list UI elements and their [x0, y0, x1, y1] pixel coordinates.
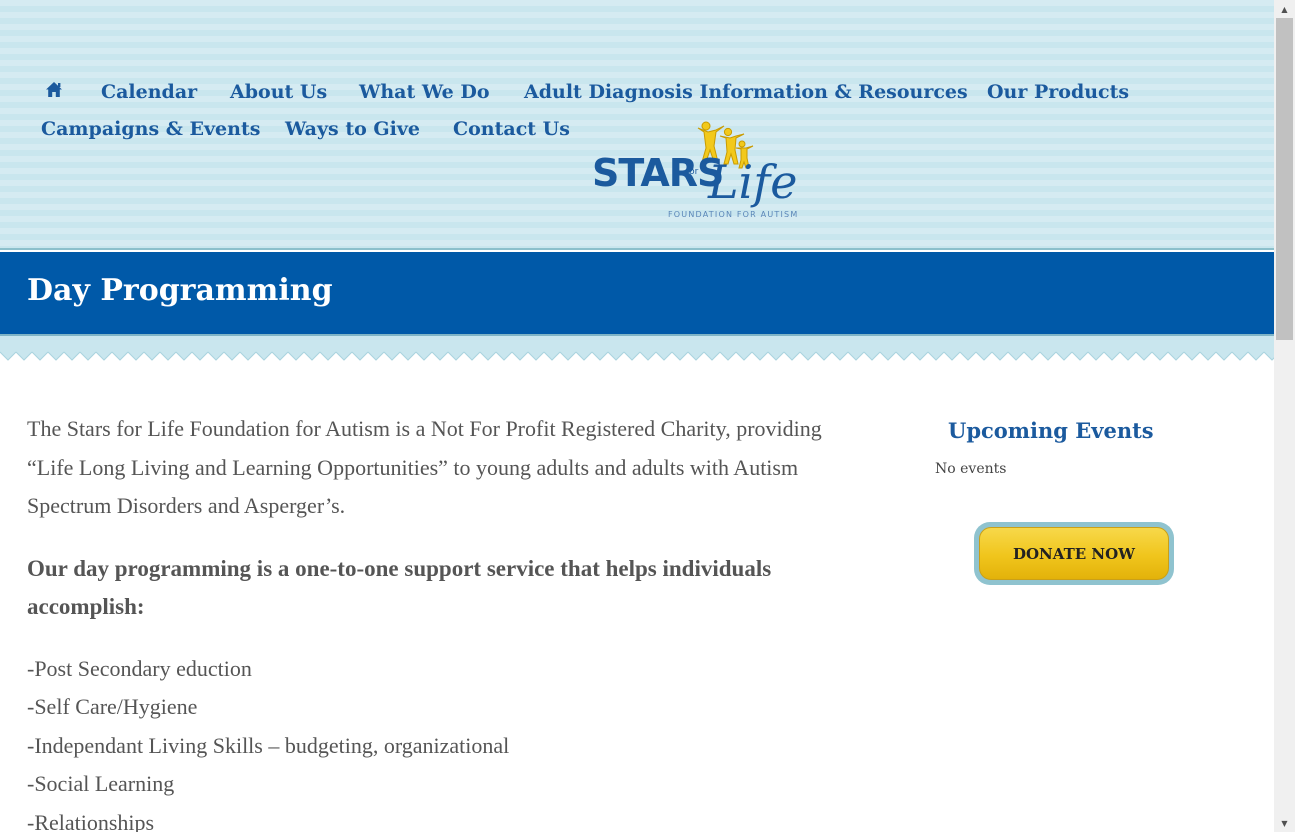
home-icon[interactable]: [44, 80, 64, 100]
site-header: Calendar About Us What We Do Adult Diagn…: [0, 0, 1274, 250]
list-item: -Post Secondary eduction: [27, 655, 252, 681]
intro-paragraph: The Stars for Life Foundation for Autism…: [27, 416, 822, 518]
svg-text:Life: Life: [707, 155, 798, 209]
nav-item-ways-to-give[interactable]: Ways to Give: [285, 118, 420, 140]
svg-text:STARS: STARS: [592, 151, 723, 195]
upcoming-events-heading: Upcoming Events: [948, 418, 1154, 443]
scroll-up-arrow-icon[interactable]: ▲: [1274, 0, 1295, 18]
nav-item-our-products[interactable]: Our Products: [987, 81, 1129, 103]
stars-for-life-logo[interactable]: STARS for Life FOUNDATION FOR AUTISM: [590, 118, 822, 224]
list-item: -Independant Living Skills – budgeting, …: [27, 732, 510, 758]
zigzag-divider: [0, 336, 1274, 362]
donate-now-button[interactable]: DONATE NOW: [979, 527, 1169, 580]
scroll-down-arrow-icon[interactable]: ▼: [1274, 814, 1295, 832]
list-item: -Relationships: [27, 809, 155, 832]
vertical-scrollbar[interactable]: ▲ ▼: [1274, 0, 1295, 832]
nav-item-contact-us[interactable]: Contact Us: [453, 118, 570, 140]
list-item: -Social Learning: [27, 771, 175, 796]
nav-item-what-we-do[interactable]: What We Do: [359, 81, 490, 103]
donate-button-frame: DONATE NOW: [974, 522, 1174, 585]
programming-lead: Our day programming is a one-to-one supp…: [27, 555, 772, 619]
page-title: Day Programming: [27, 273, 333, 308]
svg-text:FOUNDATION FOR AUTISM: FOUNDATION FOR AUTISM: [668, 210, 798, 219]
nav-item-calendar[interactable]: Calendar: [101, 81, 197, 103]
nav-item-campaigns-events[interactable]: Campaigns & Events: [41, 118, 260, 140]
nav-item-adult-diagnosis[interactable]: Adult Diagnosis Information & Resources: [524, 81, 968, 103]
main-content: The Stars for Life Foundation for Autism…: [27, 410, 827, 832]
svg-text:for: for: [686, 167, 699, 177]
page-viewport: Calendar About Us What We Do Adult Diagn…: [0, 0, 1274, 832]
services-list: -Post Secondary eduction -Self Care/Hygi…: [27, 650, 827, 832]
nav-item-about-us[interactable]: About Us: [230, 81, 327, 103]
list-item: -Self Care/Hygiene: [27, 694, 198, 719]
scroll-thumb[interactable]: [1276, 18, 1293, 340]
no-events-text: No events: [935, 461, 1007, 477]
